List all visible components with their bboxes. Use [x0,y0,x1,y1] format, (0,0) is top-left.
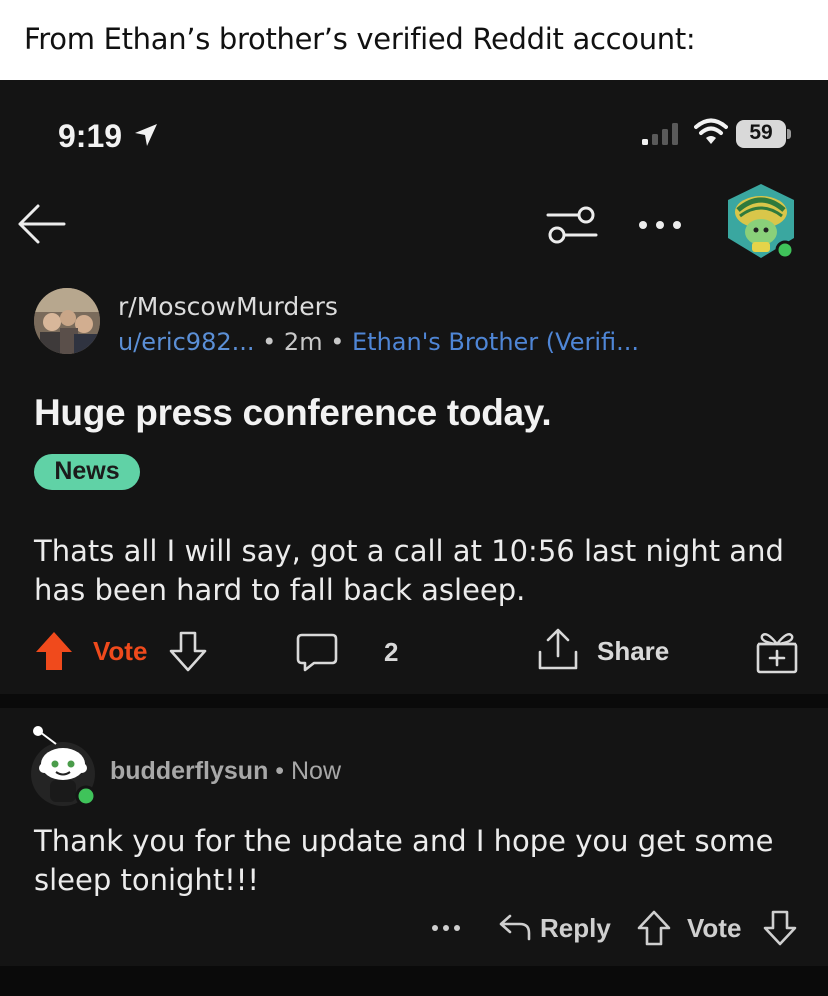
comment-body: Thank you for the update and I hope you … [34,824,774,897]
meta-separator: • [268,757,291,785]
sort-filter-icon[interactable] [544,202,600,248]
community-avatar-image [34,288,100,354]
caption-text: From Ethan’s brother’s verified Reddit a… [24,22,696,56]
share-label: Share [597,636,670,666]
battery-tip [787,129,791,139]
downvote-icon[interactable] [168,630,208,672]
comment-author[interactable]: budderflysun [110,757,268,785]
comment-icon[interactable] [296,632,338,672]
bottom-strip [0,966,828,996]
comment-count: 2 [384,637,399,667]
post-author[interactable]: u/eric982... [118,328,255,356]
location-arrow-icon [135,124,157,146]
subreddit-name[interactable]: r/MoscowMurders [118,292,338,321]
section-divider [0,694,828,708]
share-icon[interactable] [534,626,582,672]
comment-upvote-icon[interactable] [636,910,672,946]
status-time: 9:19 [58,118,123,154]
caption-bar: From Ethan’s brother’s verified Reddit a… [0,0,828,80]
cellular-signal-icon [642,123,678,145]
meta-separator: • [322,328,352,356]
wifi-icon [694,118,728,144]
meta-separator: • [254,328,284,356]
more-options-icon[interactable] [636,216,684,234]
user-avatar[interactable] [722,180,800,262]
post-meta: u/eric982... • 2m • Ethan's Brother (Ver… [118,328,639,356]
comment-more-icon[interactable] [430,922,462,934]
award-icon[interactable] [754,628,800,674]
upvote-icon[interactable] [34,630,74,672]
comment-vote-label: Vote [687,913,742,943]
battery-level: 59 [749,121,773,144]
post-age: 2m [283,328,323,356]
battery-icon: 59 [736,120,792,148]
post-body: Thats all I will say, got a call at 10:5… [34,534,784,607]
reply-icon[interactable] [498,912,532,942]
commenter-avatar[interactable] [26,722,100,808]
post-title: Huge press conference today. [34,392,552,433]
post-vote-label: Vote [93,636,148,666]
back-arrow-icon[interactable] [14,200,68,248]
post-flair-badge[interactable]: News [34,454,140,490]
comment-meta: budderflysun • Now [110,757,341,786]
post-flair-label: News [54,457,120,485]
community-avatar[interactable] [34,288,100,354]
reply-label[interactable]: Reply [540,913,611,944]
author-flair: Ethan's Brother (Verifi... [352,328,640,356]
comment-downvote-icon[interactable] [762,910,798,946]
comment-age: Now [291,757,342,785]
